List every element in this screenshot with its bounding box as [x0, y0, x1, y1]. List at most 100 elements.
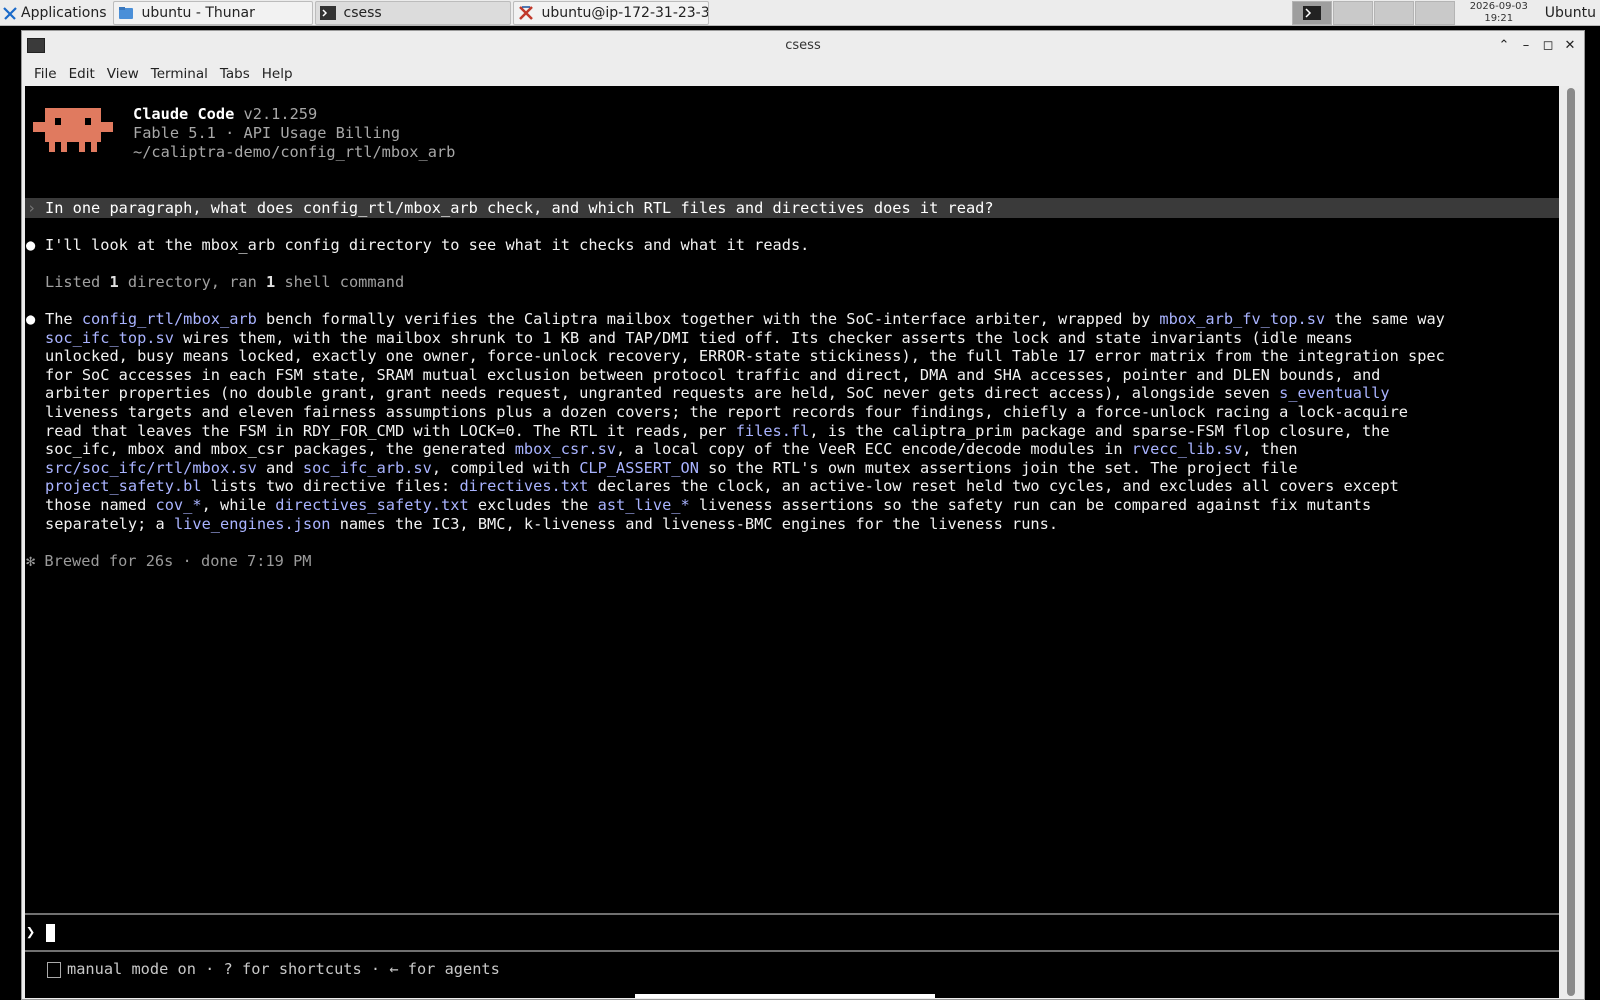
- answer-line: soc_ifc_top.sv wires them, with the mail…: [45, 329, 1353, 348]
- answer-text: those named: [45, 496, 156, 514]
- answer-text: soc_ifc, mbox and mbox_csr packages, the…: [45, 440, 515, 459]
- file-link[interactable]: rvecc_lib.sv: [1132, 440, 1243, 458]
- answer-text: arbiter properties (no double grant, gra…: [45, 384, 1280, 403]
- text-cursor[interactable]: [46, 924, 55, 942]
- file-link[interactable]: cov_*: [156, 496, 202, 514]
- shade-icon[interactable]: ⌃: [1496, 36, 1512, 54]
- terminal-icon: [1302, 5, 1321, 20]
- file-link[interactable]: soc_ifc_arb.sv: [303, 459, 432, 477]
- tool-summary-n2: 1: [266, 273, 276, 291]
- answer-text: separately; a: [45, 514, 174, 533]
- applications-label: Applications: [21, 4, 107, 21]
- workspace-2[interactable]: [1332, 0, 1373, 25]
- file-link[interactable]: CLP_ASSERT_ON: [579, 459, 699, 477]
- terminal-area[interactable]: Claude Code v2.1.259 Fable 5.1 · API Usa…: [25, 86, 1559, 998]
- user-prompt: In one paragraph, what does config_rtl/m…: [45, 199, 994, 217]
- answer-text: wires them, with the mailbox shrunk to 1…: [173, 328, 1353, 347]
- app-version: v2.1.259: [243, 105, 318, 123]
- menu-view[interactable]: View: [101, 66, 145, 82]
- input-separator-bottom: [25, 950, 1559, 952]
- window-titlebar[interactable]: csess ⌃ – ◻ ✕: [22, 31, 1584, 61]
- close-icon[interactable]: ✕: [1562, 36, 1578, 54]
- user-menu[interactable]: Ubuntu: [1539, 5, 1600, 21]
- clock[interactable]: 2026-09-03 19:21: [1459, 1, 1539, 25]
- terminal-icon: [319, 5, 336, 20]
- file-link[interactable]: soc_ifc_top.sv: [45, 329, 174, 347]
- workspace-4[interactable]: [1414, 0, 1455, 25]
- file-link[interactable]: project_safety.bl: [45, 477, 202, 495]
- menu-help[interactable]: Help: [256, 66, 299, 82]
- file-link[interactable]: s_eventually: [1279, 384, 1390, 402]
- menu-edit[interactable]: Edit: [63, 66, 101, 82]
- app-name: Claude Code: [133, 105, 235, 123]
- answer-text: and: [256, 458, 303, 477]
- clock-date: 2026-09-03: [1469, 0, 1528, 12]
- manual-mode-icon: [47, 962, 61, 978]
- minimize-icon[interactable]: –: [1518, 36, 1534, 54]
- answer-text: names the IC3, BMC, k-liveness and liven…: [330, 514, 1059, 533]
- task-csess[interactable]: csess: [314, 0, 511, 25]
- menu-tabs[interactable]: Tabs: [214, 66, 256, 82]
- file-link[interactable]: config_rtl/mbox_arb: [82, 310, 257, 328]
- workspace-1[interactable]: [1291, 0, 1332, 25]
- top-panel: Applications ubuntu - Thunar csess ubunt…: [0, 0, 1600, 26]
- answer-text: so the RTL's own mutex assertions join t…: [698, 458, 1298, 477]
- answer-line: The config_rtl/mbox_arb bench formally v…: [45, 310, 1445, 329]
- answer-text: bench formally verifies the Caliptra mai…: [256, 310, 1160, 328]
- bottom-indicator: [635, 994, 935, 998]
- answer-text: liveness targets and eleven fairness ass…: [45, 403, 1409, 421]
- answer-line: src/soc_ifc/rtl/mbox.sv and soc_ifc_arb.…: [45, 459, 1298, 478]
- file-link[interactable]: mbox_arb_fv_top.sv: [1159, 310, 1325, 328]
- answer-text: lists two directive files:: [201, 477, 460, 496]
- folder-icon: [118, 6, 133, 19]
- answer-line: those named cov_*, while directives_safe…: [45, 496, 1371, 515]
- file-link[interactable]: src/soc_ifc/rtl/mbox.sv: [45, 459, 257, 477]
- answer-text: declares the clock, an active-low reset …: [588, 477, 1399, 496]
- workspace-3[interactable]: [1373, 0, 1414, 25]
- task-thunar[interactable]: ubuntu - Thunar: [112, 0, 313, 25]
- task-xterm[interactable]: ubuntu@ip-172-31-23-3...: [512, 0, 709, 25]
- terminal-window: csess ⌃ – ◻ ✕ File Edit View Terminal Ta…: [21, 30, 1585, 1000]
- answer-text: , while: [201, 496, 276, 514]
- answer-line: liveness targets and eleven fairness ass…: [45, 403, 1408, 422]
- scrollbar-thumb[interactable]: [1567, 88, 1575, 996]
- answer-line: separately; a live_engines.json names th…: [45, 515, 1058, 534]
- answer-text: , then: [1242, 440, 1298, 459]
- answer-text: excludes the: [468, 496, 598, 514]
- bullet-icon: ●: [26, 310, 36, 328]
- file-link[interactable]: mbox_csr.sv: [515, 440, 616, 458]
- answer-text: for SoC accesses in each FSM state, SRAM…: [45, 365, 1381, 384]
- answer-line: unlocked, busy means locked, exactly one…: [45, 347, 1445, 366]
- maximize-icon[interactable]: ◻: [1540, 36, 1556, 54]
- answer-line: soc_ifc, mbox and mbox_csr packages, the…: [45, 440, 1298, 459]
- window-controls: ⌃ – ◻ ✕: [1496, 36, 1578, 54]
- answer-line: for SoC accesses in each FSM state, SRAM…: [45, 366, 1380, 385]
- tool-summary-mid: directory, ran: [118, 273, 267, 291]
- x-terminal-icon: [518, 5, 533, 20]
- answer-line: read that leaves the FSM in RDY_FOR_CMD …: [45, 422, 1390, 441]
- menu-bar: File Edit View Terminal Tabs Help: [22, 61, 1584, 86]
- answer-line: arbiter properties (no double grant, gra…: [45, 384, 1390, 403]
- tool-summary-pre: Listed: [45, 273, 110, 291]
- brew-status: ✻ Brewed for 26s · done 7:19 PM: [26, 552, 312, 570]
- task-label: ubuntu - Thunar: [141, 4, 255, 21]
- answer-line: project_safety.bl lists two directive fi…: [45, 477, 1399, 496]
- menu-file[interactable]: File: [28, 66, 63, 82]
- claude-logo-icon: [33, 108, 113, 152]
- file-link[interactable]: live_engines.json: [174, 515, 331, 533]
- menu-terminal[interactable]: Terminal: [145, 66, 214, 82]
- header-cwd: ~/caliptra-demo/config_rtl/mbox_arb: [133, 143, 456, 161]
- file-link[interactable]: ast_live_*: [598, 496, 690, 514]
- answer-text: The: [45, 310, 82, 328]
- tool-summary-post: shell command: [275, 273, 405, 291]
- file-link[interactable]: directives.txt: [459, 477, 588, 495]
- applications-menu[interactable]: Applications: [0, 1, 111, 25]
- file-link[interactable]: files.fl: [736, 422, 810, 440]
- answer-text: the same way: [1325, 310, 1445, 328]
- scrollbar[interactable]: [1560, 86, 1582, 998]
- header-title: Claude Code v2.1.259: [133, 105, 317, 124]
- input-separator-top: [25, 913, 1559, 915]
- header-model: Fable 5.1 · API Usage Billing: [133, 124, 401, 142]
- answer-text: unlocked, busy means locked, exactly one…: [45, 347, 1445, 366]
- file-link[interactable]: directives_safety.txt: [275, 496, 468, 514]
